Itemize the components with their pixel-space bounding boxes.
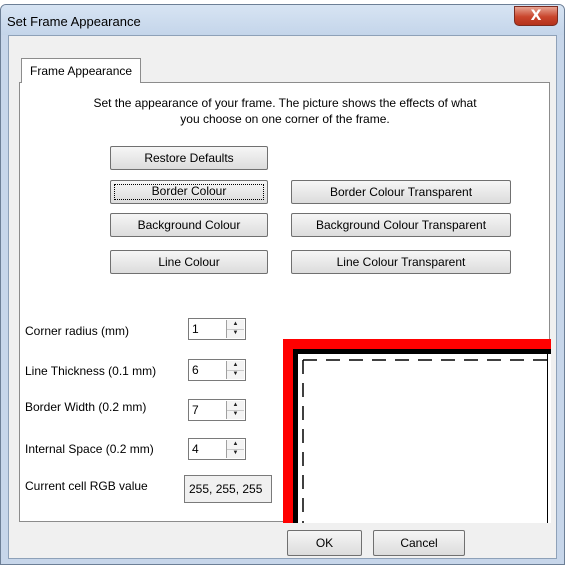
corner-radius-stepper[interactable]: 1 ▲ ▼ [188, 318, 246, 340]
preview-line-left [293, 349, 298, 523]
line-colour-transparent-button[interactable]: Line Colour Transparent [291, 250, 511, 274]
description-line-2: you choose on one corner of the frame. [180, 112, 390, 126]
preview-border-left [283, 339, 293, 523]
window-title: Set Frame Appearance [7, 14, 141, 29]
border-width-spin[interactable]: ▲ ▼ [226, 401, 244, 419]
border-width-stepper[interactable]: 7 ▲ ▼ [188, 399, 246, 421]
spin-down-icon[interactable]: ▼ [227, 410, 244, 419]
rgb-value-field: 255, 255, 255 [184, 475, 272, 503]
tab-panel: Set the appearance of your frame. The pi… [19, 82, 551, 523]
description-text: Set the appearance of your frame. The pi… [60, 95, 510, 127]
restore-defaults-button[interactable]: Restore Defaults [110, 146, 268, 170]
internal-space-stepper[interactable]: 4 ▲ ▼ [188, 438, 246, 460]
internal-space-spin[interactable]: ▲ ▼ [226, 440, 244, 458]
line-colour-button[interactable]: Line Colour [110, 250, 268, 274]
corner-radius-label: Corner radius (mm) [25, 324, 130, 338]
line-thickness-label: Line Thickness (0.1 mm) [25, 364, 157, 378]
spin-down-icon[interactable]: ▼ [227, 370, 244, 379]
cancel-button[interactable]: Cancel [373, 530, 465, 556]
rgb-label: Current cell RGB value [25, 479, 148, 493]
internal-space-value[interactable]: 4 [192, 442, 199, 456]
ok-button[interactable]: OK [287, 530, 362, 556]
dialog-client-area: Frame Appearance Set the appearance of y… [8, 35, 557, 559]
close-button[interactable]: X [514, 6, 558, 26]
tab-frame-appearance[interactable]: Frame Appearance [21, 58, 142, 83]
border-width-value[interactable]: 7 [192, 403, 199, 417]
description-line-1: Set the appearance of your frame. The pi… [93, 96, 477, 110]
background-colour-transparent-button[interactable]: Background Colour Transparent [291, 213, 511, 237]
line-thickness-stepper[interactable]: 6 ▲ ▼ [188, 359, 246, 381]
preview-background [283, 339, 551, 523]
background-colour-button[interactable]: Background Colour [110, 213, 268, 237]
border-width-label: Border Width (0.2 mm) [25, 400, 147, 414]
spin-down-icon[interactable]: ▼ [227, 449, 244, 458]
frame-preview [283, 339, 551, 523]
line-thickness-value[interactable]: 6 [192, 363, 199, 377]
border-colour-transparent-button[interactable]: Border Colour Transparent [291, 180, 511, 204]
spin-down-icon[interactable]: ▼ [227, 329, 244, 338]
close-icon: X [530, 8, 542, 24]
title-bar[interactable]: Set Frame Appearance X [1, 5, 564, 35]
line-thickness-spin[interactable]: ▲ ▼ [226, 361, 244, 379]
dialog-window: Set Frame Appearance X Frame Appearance … [0, 4, 565, 565]
preview-line-top [293, 349, 551, 354]
corner-radius-spin[interactable]: ▲ ▼ [226, 320, 244, 338]
corner-radius-value[interactable]: 1 [192, 322, 199, 336]
focus-rectangle [114, 184, 264, 200]
internal-space-label: Internal Space (0.2 mm) [25, 442, 154, 456]
preview-border-top [283, 339, 551, 349]
border-colour-button[interactable]: Border Colour [110, 180, 268, 204]
